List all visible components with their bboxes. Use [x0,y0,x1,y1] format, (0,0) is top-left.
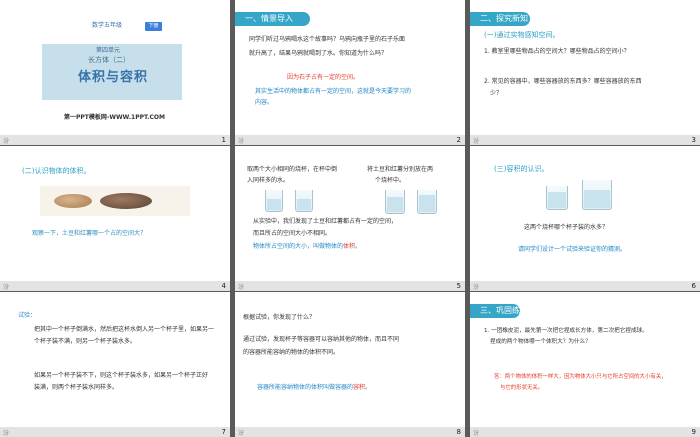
page-title: 体积与容积 [78,70,149,85]
capacity-definition: 容器所能容纳物体的体积叫做容器的容积。 [257,384,372,391]
site-label: 第一PPT模板网-WWW.1PPT.COM [64,114,165,121]
slide-number: 8 [456,428,461,436]
step-1-line-1: 取两个大小相同的烧杯，在杯中倒 [247,166,338,173]
large-beaker-image [582,180,612,210]
volume-term: 体积 [343,243,356,250]
slide-1[interactable]: 数学五年级 下册 第四单元 长方体（二） 体积与容积 第一PPT模板网-WWW.… [0,0,230,145]
step-2-line-1: 将土豆和红薯分别放在两 [367,166,434,173]
finding-line-2: 的容器所能容纳的物体的体积不同。 [243,349,340,356]
term-badge: 下册 [145,22,162,31]
exercise-line-2: 捏成的两个物体哪一个体积大？为什么？ [490,339,591,345]
step-1-line-2: 入同样多的水。 [247,177,290,184]
intro-para-line-2: 就升高了，结果乌鸦就喝到了水。你知道为什么吗？ [249,50,388,57]
answer-line-2: 与它的形状无关。 [500,385,544,391]
question-text: 这两个烧杯哪个杯子装的水多？ [524,224,609,231]
task-text: 请同学们设计一个试验来验证你的猜测。 [518,246,627,253]
slide-3[interactable]: 二、探究新知 (一)通过实物感知空间。 1. 教室里哪些物品占的空间大？哪些物品… [470,0,700,145]
question-2-line-2: 少？ [490,90,503,97]
section-header: 一、情景导入 [235,12,310,26]
experiment-p2-line-1: 如果另一个杯子装不下，则这个杯子装水多，如果另一个杯子正好 [34,372,209,379]
slide-9[interactable]: 三、巩固练习 1. 一团橡皮泥，最先第一次把它捏成长方体，第二次把它捏成球。 捏… [470,292,700,437]
sub-heading: (一)通过实物感知空间。 [484,31,560,39]
finding-line-1: 通过试验，发现杯子等容器可以容纳其他的物体，而且不同 [243,336,400,343]
exercise-line-1: 1. 一团橡皮泥，最先第一次把它捏成长方体，第二次把它捏成球。 [484,328,648,334]
slide-number: 7 [221,428,226,436]
slide-number: 2 [456,136,461,144]
slide-number: 9 [691,428,696,436]
note-line-2: 内容。 [255,99,274,106]
grade-label: 数学五年级 [92,22,123,29]
capacity-term: 容积 [353,384,366,391]
experiment-p2-line-2: 装满，则两个杯子装水同样多。 [34,384,119,391]
answer-line-1: 答：两个物体的体积一样大，因为物体大小只与它所占空间的大小有关， [494,374,667,380]
sub-heading: (三)容积的认识。 [494,165,549,173]
volume-definition: 物体所占空间的大小，叫做物体的体积。 [253,243,362,250]
step-2-line-2: 个烧杯中。 [375,177,406,184]
experiment-title: 试验： [18,312,37,319]
slide-6[interactable]: (三)容积的认识。 这两个烧杯哪个杯子装的水多？ 请同学们设计一个试验来验证你的… [470,146,700,291]
slide-number: 5 [456,282,461,290]
beaker-with-potato-image [385,190,405,214]
question-2-line-1: 2. 常见的容器中，哪些容器放的东西多？哪些容器放的东西 [484,78,642,85]
chapter-label: 长方体（二） [88,56,130,64]
finding-line-1: 从实验中，我们发现了土豆和红薯都占有一定的空间， [253,218,398,225]
slide-2[interactable]: 一、情景导入 同学们听过乌鸦喝水这个故事吗？乌鸦向瓶子里的石子乐面 就升高了，结… [235,0,465,145]
slide-4[interactable]: (二)认识物体的体积。 观察一下，土豆和红薯哪一个占的空间大？ 汾4 [0,146,230,291]
sweet-potato-image [100,193,152,209]
slide-number: 4 [221,282,226,290]
sub-heading: (二)认识物体的体积。 [22,167,91,175]
small-beaker-image [546,186,568,210]
potato-image [54,194,92,208]
intro-para-line-1: 同学们听过乌鸦喝水这个故事吗？乌鸦向瓶子里的石子乐面 [249,36,406,43]
slide-7[interactable]: 试验： 把其中一个杯子倒满水，然后把这杯水倒入另一个杯子里，如果另一 个杯子装不… [0,292,230,437]
experiment-p1-line-1: 把其中一个杯子倒满水，然后把这杯水倒入另一个杯子里，如果另一 [34,326,215,333]
slide-number: 6 [691,282,696,290]
experiment-p1-line-2: 个杯子装不满，则另一个杯子装水多。 [34,338,137,345]
section-header: 二、探究新知 [470,12,530,26]
beaker-image [265,190,283,212]
slide-8[interactable]: 根据试验，你发现了什么？ 通过试验，发现杯子等容器可以容纳其他的物体，而且不同 … [235,292,465,437]
question-1: 1. 教室里哪些物品占的空间大？哪些物品占的空间小？ [484,48,630,55]
section-header: 三、巩固练习 [470,304,520,329]
answer-text: 因为石子占有一定的空间。 [287,74,360,81]
slide-number: 3 [691,136,696,144]
question-text: 根据试验，你发现了什么？ [243,314,316,321]
note-line-1: 其实生活中的物体都占有一定的空间，这就是今天要学习的 [255,88,412,95]
slide-number: 1 [221,136,226,144]
finding-line-2: 而且所占的空间大小不相同。 [253,230,332,237]
beaker-with-sweet-potato-image [417,190,437,214]
produce-photo [40,186,190,216]
question-text: 观察一下，土豆和红薯哪一个占的空间大？ [32,230,147,237]
slide-5[interactable]: 取两个大小相同的烧杯，在杯中倒 入同样多的水。 将土豆和红薯分别放在两 个烧杯中… [235,146,465,291]
beaker-image [295,190,313,212]
